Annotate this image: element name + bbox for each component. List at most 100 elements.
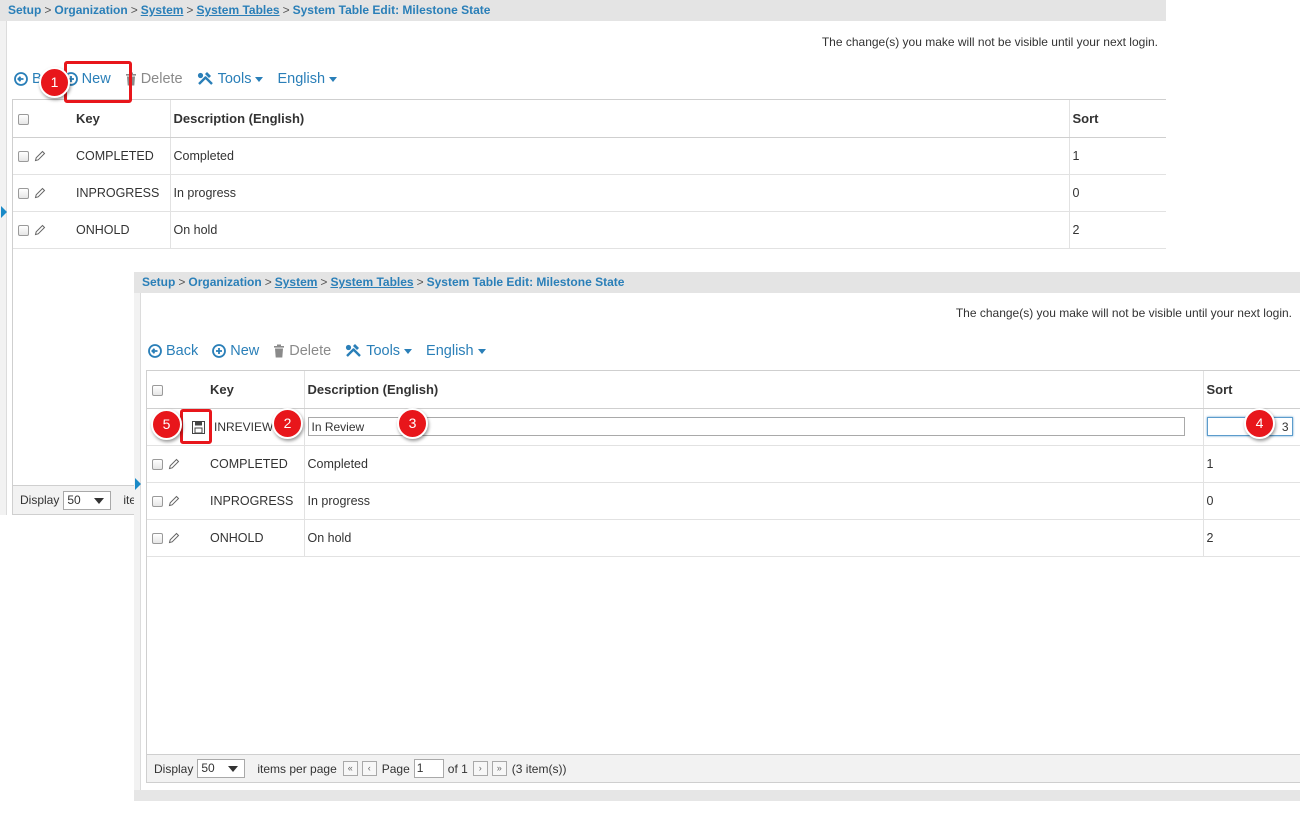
- side-expand-arrow-icon[interactable]: [1, 206, 7, 218]
- cell-key: ONHOLD: [73, 211, 171, 249]
- cell-description: Completed: [304, 445, 1204, 483]
- description-input[interactable]: In Review: [307, 417, 1185, 436]
- side-collapse-strip[interactable]: [0, 21, 7, 515]
- row-checkbox[interactable]: [152, 458, 163, 470]
- column-header-description[interactable]: Description (English): [170, 100, 1070, 138]
- edit-pencil-icon[interactable]: [34, 187, 46, 199]
- row-checkbox[interactable]: [152, 532, 163, 544]
- cell-key: ONHOLD: [207, 519, 305, 557]
- page-label: Page: [381, 761, 410, 776]
- save-button-highlight: [180, 409, 212, 444]
- breadcrumb-system[interactable]: System: [141, 3, 184, 17]
- cell-key: COMPLETED: [207, 445, 305, 483]
- back-circle-icon: [14, 72, 28, 86]
- select-all-checkbox[interactable]: [18, 113, 29, 125]
- back-button[interactable]: B: [14, 71, 42, 87]
- edit-pencil-icon[interactable]: [168, 532, 180, 544]
- select-all-checkbox[interactable]: [152, 384, 163, 396]
- select-all-cell: [13, 100, 73, 138]
- cell-description: Completed: [170, 137, 1070, 175]
- page-size-select[interactable]: 50: [63, 490, 112, 510]
- grid-table: Key Description (English) Sort INREVIEW …: [147, 371, 1300, 557]
- new-button-label: New: [230, 343, 260, 359]
- pager: Display 50 items per page « ‹ Page 1 of …: [147, 754, 1300, 782]
- breadcrumb-separator: >: [130, 3, 138, 17]
- new-button-highlight: [64, 61, 132, 103]
- tools-label: Tools: [217, 71, 252, 87]
- breadcrumb-organization[interactable]: Organization: [188, 275, 261, 289]
- language-dropdown[interactable]: English: [277, 71, 338, 87]
- table-row: INPROGRESS In progress 0: [13, 174, 1166, 212]
- dropdown-arrow-icon: [228, 766, 239, 772]
- column-header-sort[interactable]: Sort: [1203, 371, 1300, 409]
- row-actions: [147, 482, 207, 520]
- cell-sort: 0: [1203, 482, 1300, 520]
- edit-pencil-icon[interactable]: [34, 150, 46, 162]
- column-header-key[interactable]: Key: [73, 100, 171, 138]
- front-panel: Setup > Organization > System > System Tables >…: [134, 272, 1300, 790]
- toolbar: Back New Delete Tools English: [148, 343, 500, 359]
- cell-description: On hold: [170, 211, 1070, 249]
- last-page-button[interactable]: »: [491, 761, 507, 776]
- delete-button[interactable]: Delete: [125, 71, 183, 87]
- breadcrumb-setup[interactable]: Setup: [8, 3, 41, 17]
- breadcrumb-separator: >: [44, 3, 52, 17]
- trash-icon: [274, 344, 285, 358]
- row-checkbox[interactable]: [152, 495, 163, 507]
- breadcrumb-separator: >: [186, 3, 194, 17]
- breadcrumb-system[interactable]: System: [275, 275, 318, 289]
- column-header-sort[interactable]: Sort: [1069, 100, 1166, 138]
- column-header-description[interactable]: Description (English): [304, 371, 1204, 409]
- page-size-select[interactable]: 50: [197, 759, 246, 778]
- side-collapse-strip[interactable]: [134, 293, 141, 790]
- row-checkbox[interactable]: [18, 187, 29, 199]
- edit-pencil-icon[interactable]: [168, 495, 180, 507]
- breadcrumb-separator: >: [282, 3, 290, 17]
- breadcrumb: Setup > Organization > System > System Tables >…: [0, 0, 1166, 21]
- dropdown-arrow-icon: [94, 497, 105, 504]
- edit-pencil-icon[interactable]: [168, 458, 180, 470]
- step-marker-3: 3: [397, 408, 428, 439]
- new-button[interactable]: New: [212, 343, 259, 359]
- breadcrumb-setup[interactable]: Setup: [142, 275, 175, 289]
- page-total-label: of 1: [447, 761, 468, 776]
- breadcrumb: Setup > Organization > System > System Tables >…: [134, 272, 1300, 293]
- back-button-label: Back: [166, 343, 199, 359]
- next-page-button[interactable]: ›: [472, 761, 488, 776]
- language-dropdown[interactable]: English: [426, 343, 486, 359]
- items-per-page-label: items per page: [257, 761, 337, 776]
- delete-button[interactable]: Delete: [273, 343, 331, 359]
- page-number-input[interactable]: 1: [413, 759, 444, 778]
- login-notice: The change(s) you make will not be visib…: [821, 35, 1158, 49]
- cell-description: In progress: [304, 482, 1204, 520]
- tools-dropdown[interactable]: Tools: [345, 343, 413, 359]
- table-row: COMPLETED Completed 1: [147, 445, 1300, 483]
- back-button[interactable]: Back: [148, 343, 198, 359]
- step-marker-4: 4: [1244, 408, 1275, 439]
- column-header-key[interactable]: Key: [207, 371, 305, 409]
- login-notice: The change(s) you make will not be visib…: [955, 306, 1292, 320]
- table-row: ONHOLD On hold 2: [13, 211, 1166, 249]
- display-label: Display: [154, 761, 194, 776]
- tools-dropdown[interactable]: Tools: [197, 71, 264, 87]
- breadcrumb-system-tables[interactable]: System Tables: [330, 275, 413, 289]
- item-count-label: (3 item(s)): [511, 761, 567, 776]
- edit-pencil-icon[interactable]: [34, 224, 46, 236]
- prev-page-button[interactable]: ‹: [361, 761, 377, 776]
- breadcrumb-organization[interactable]: Organization: [54, 3, 127, 17]
- table-row: INPROGRESS In progress 0: [147, 482, 1300, 520]
- caret-down-icon: [329, 76, 338, 82]
- tools-icon: [346, 344, 362, 357]
- cell-description: In progress: [170, 174, 1070, 212]
- cell-sort: 1: [1069, 137, 1166, 175]
- row-checkbox[interactable]: [18, 150, 29, 162]
- table-row: ONHOLD On hold 2: [147, 519, 1300, 557]
- first-page-button[interactable]: «: [342, 761, 358, 776]
- milestone-grid: Key Description (English) Sort INREVIEW …: [146, 370, 1300, 783]
- breadcrumb-separator: >: [264, 275, 272, 289]
- breadcrumb-system-tables[interactable]: System Tables: [196, 3, 279, 17]
- side-expand-arrow-icon[interactable]: [135, 478, 141, 490]
- row-checkbox[interactable]: [18, 224, 29, 236]
- tools-icon: [197, 72, 213, 85]
- cell-description: On hold: [304, 519, 1204, 557]
